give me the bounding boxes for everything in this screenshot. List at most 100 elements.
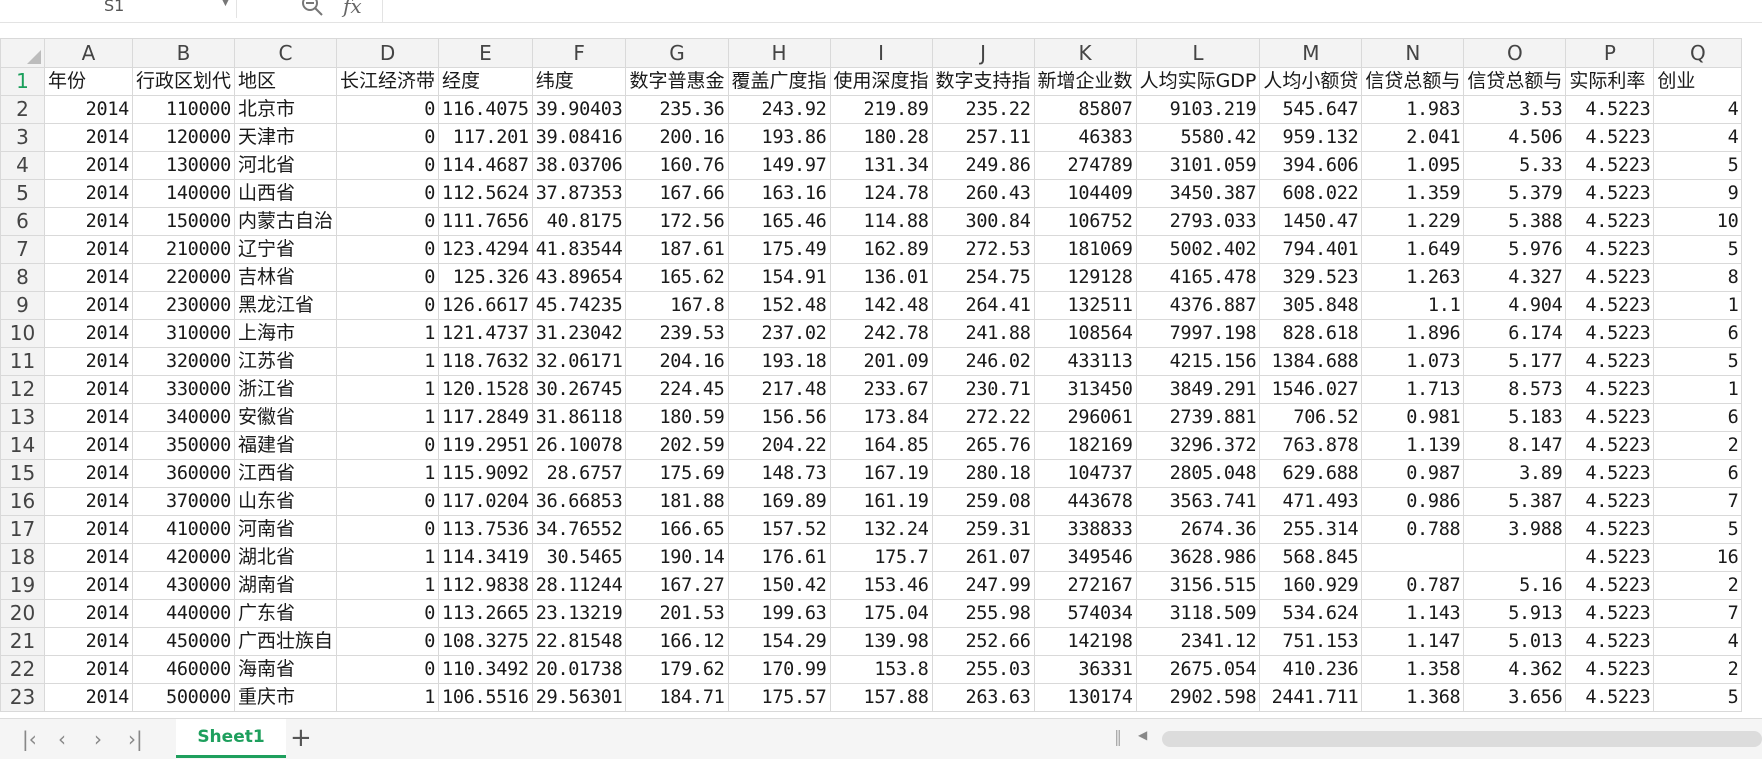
cell[interactable]: 1 — [336, 403, 440, 432]
cell[interactable]: 山西省 — [234, 179, 338, 208]
cell[interactable]: 36331 — [1033, 655, 1137, 684]
cell[interactable]: 地区 — [234, 67, 338, 96]
row-header[interactable]: 14 — [0, 431, 45, 460]
cell[interactable]: 2014 — [44, 179, 133, 208]
column-header-a[interactable]: A — [44, 38, 133, 68]
cell[interactable]: 114.88 — [829, 207, 933, 236]
cell[interactable]: 274789 — [1033, 151, 1137, 180]
cell[interactable]: 年份 — [44, 67, 133, 96]
cell[interactable]: 329.523 — [1259, 263, 1363, 292]
cell[interactable]: 1 — [1653, 375, 1743, 404]
cell[interactable]: 4.5223 — [1565, 599, 1655, 628]
cell[interactable]: 6 — [1653, 319, 1743, 348]
cell[interactable]: 104737 — [1033, 459, 1137, 488]
cell[interactable]: 0 — [336, 431, 440, 460]
cell[interactable]: 0.986 — [1361, 487, 1465, 516]
cell[interactable]: 264.41 — [931, 291, 1035, 320]
next-sheet-icon[interactable]: › — [94, 727, 102, 751]
cell[interactable]: 233.67 — [829, 375, 933, 404]
cell[interactable]: 257.11 — [931, 123, 1035, 152]
row-header[interactable]: 13 — [0, 403, 45, 432]
cell[interactable]: 3156.515 — [1135, 571, 1261, 600]
cell[interactable]: 2793.033 — [1135, 207, 1261, 236]
cell[interactable]: 3296.372 — [1135, 431, 1261, 460]
add-sheet-icon[interactable]: + — [290, 723, 312, 753]
cell[interactable]: 1 — [336, 375, 440, 404]
cell[interactable]: 3101.059 — [1135, 151, 1261, 180]
cell[interactable]: 259.31 — [931, 515, 1035, 544]
cell[interactable]: 204.16 — [625, 347, 729, 376]
row-header[interactable]: 2 — [0, 95, 45, 124]
cell[interactable]: 794.401 — [1259, 235, 1363, 264]
cell[interactable]: 31.23042 — [531, 319, 627, 348]
cell[interactable]: 142198 — [1033, 627, 1137, 656]
cell[interactable]: 179.62 — [625, 655, 729, 684]
cell[interactable]: 350000 — [131, 431, 236, 460]
cell[interactable]: 136.01 — [829, 263, 933, 292]
cell[interactable]: 28.11244 — [531, 571, 627, 600]
cell[interactable]: 204.22 — [727, 431, 831, 460]
cell[interactable]: 2014 — [44, 515, 133, 544]
cell[interactable]: 110000 — [131, 95, 236, 124]
cell[interactable]: 394.606 — [1259, 151, 1363, 180]
cell[interactable]: 1 — [336, 319, 440, 348]
cell[interactable]: 8.147 — [1463, 431, 1567, 460]
cell[interactable]: 创业 — [1653, 67, 1743, 96]
cell[interactable]: 2674.36 — [1135, 515, 1261, 544]
cell[interactable]: 45.74235 — [531, 291, 627, 320]
cell[interactable]: 200.16 — [625, 123, 729, 152]
row-header[interactable]: 21 — [0, 627, 45, 656]
cell[interactable]: 1384.688 — [1259, 347, 1363, 376]
cell[interactable]: 170.99 — [727, 655, 831, 684]
cell[interactable]: 4.5223 — [1565, 431, 1655, 460]
cell[interactable]: 浙江省 — [234, 375, 338, 404]
cell[interactable]: 43.89654 — [531, 263, 627, 292]
cell[interactable]: 235.22 — [931, 95, 1035, 124]
cell[interactable]: 江西省 — [234, 459, 338, 488]
cell[interactable]: 110.3492 — [438, 655, 533, 684]
cell[interactable]: 176.61 — [727, 543, 831, 572]
cell[interactable]: 23.13219 — [531, 599, 627, 628]
cell[interactable]: 31.86118 — [531, 403, 627, 432]
cell[interactable]: 370000 — [131, 487, 236, 516]
cell[interactable]: 142.48 — [829, 291, 933, 320]
cell[interactable]: 4.5223 — [1565, 291, 1655, 320]
cell[interactable]: 201.53 — [625, 599, 729, 628]
cell[interactable]: 152.48 — [727, 291, 831, 320]
cell[interactable]: 420000 — [131, 543, 236, 572]
cell[interactable]: 172.56 — [625, 207, 729, 236]
cell[interactable]: 252.66 — [931, 627, 1035, 656]
cell[interactable]: 40.8175 — [531, 207, 627, 236]
cell[interactable]: 241.88 — [931, 319, 1035, 348]
cell[interactable]: 4215.156 — [1135, 347, 1261, 376]
cell[interactable]: 辽宁省 — [234, 235, 338, 264]
cell[interactable]: 193.18 — [727, 347, 831, 376]
cell[interactable]: 181069 — [1033, 235, 1137, 264]
cell[interactable]: 26.10078 — [531, 431, 627, 460]
cell[interactable]: 163.16 — [727, 179, 831, 208]
cell[interactable]: 2014 — [44, 655, 133, 684]
cell[interactable]: 243.92 — [727, 95, 831, 124]
cell[interactable]: 1 — [336, 347, 440, 376]
cell[interactable]: 193.86 — [727, 123, 831, 152]
cell[interactable]: 112.9838 — [438, 571, 533, 600]
column-header-d[interactable]: D — [336, 38, 440, 68]
cell[interactable]: 433113 — [1033, 347, 1137, 376]
cell[interactable]: 黑龙江省 — [234, 291, 338, 320]
cell[interactable]: 106752 — [1033, 207, 1137, 236]
cell[interactable]: 30.5465 — [531, 543, 627, 572]
cell[interactable]: 山东省 — [234, 487, 338, 516]
cell[interactable]: 1.359 — [1361, 179, 1465, 208]
cell[interactable]: 260.43 — [931, 179, 1035, 208]
cell[interactable]: 272.53 — [931, 235, 1035, 264]
cell[interactable]: 568.845 — [1259, 543, 1363, 572]
cell[interactable]: 4.362 — [1463, 655, 1567, 684]
cell[interactable]: 175.57 — [727, 683, 831, 712]
cell[interactable]: 763.878 — [1259, 431, 1363, 460]
cell[interactable]: 126.6617 — [438, 291, 533, 320]
cell[interactable]: 0 — [336, 207, 440, 236]
cell[interactable]: 4.5223 — [1565, 95, 1655, 124]
cell[interactable]: 156.56 — [727, 403, 831, 432]
name-box[interactable]: S1 ▼ — [0, 0, 237, 18]
row-header[interactable]: 15 — [0, 459, 45, 488]
